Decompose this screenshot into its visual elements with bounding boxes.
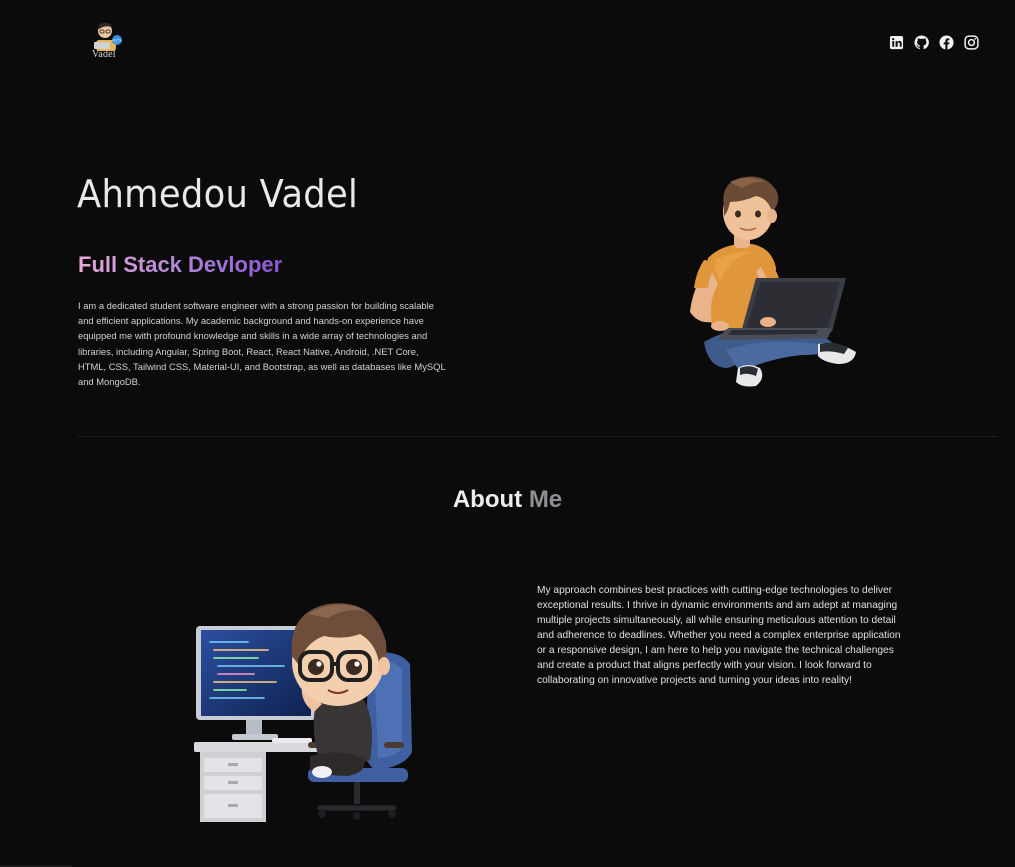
facebook-icon[interactable] xyxy=(938,34,954,50)
instagram-icon[interactable] xyxy=(963,34,979,50)
hero-description: I am a dedicated student software engine… xyxy=(78,300,446,388)
linkedin-icon[interactable] xyxy=(888,34,904,50)
developer-with-laptop-illustration xyxy=(690,176,856,387)
hero-name: Ahmedou Vadel xyxy=(77,172,359,216)
logo-text: Vadel xyxy=(92,49,116,60)
page: </> Vadel Ahmedou Vadel Full Stack Devlo… xyxy=(0,0,1015,867)
about-title-first: About xyxy=(452,486,523,513)
svg-text:</>: </> xyxy=(112,38,121,44)
about-description: My approach combines best practices with… xyxy=(537,585,901,686)
about-title: About Me xyxy=(0,486,1015,514)
coder-at-desk-illustration xyxy=(194,603,412,822)
site-logo[interactable]: </> Vadel xyxy=(88,20,126,62)
hero-role: Full Stack Devloper xyxy=(78,252,283,277)
github-icon[interactable] xyxy=(913,34,929,50)
section-divider xyxy=(78,436,998,437)
logo-avatar-icon: </> xyxy=(94,22,122,51)
about-title-second: Me xyxy=(528,486,563,513)
social-links xyxy=(888,34,979,50)
